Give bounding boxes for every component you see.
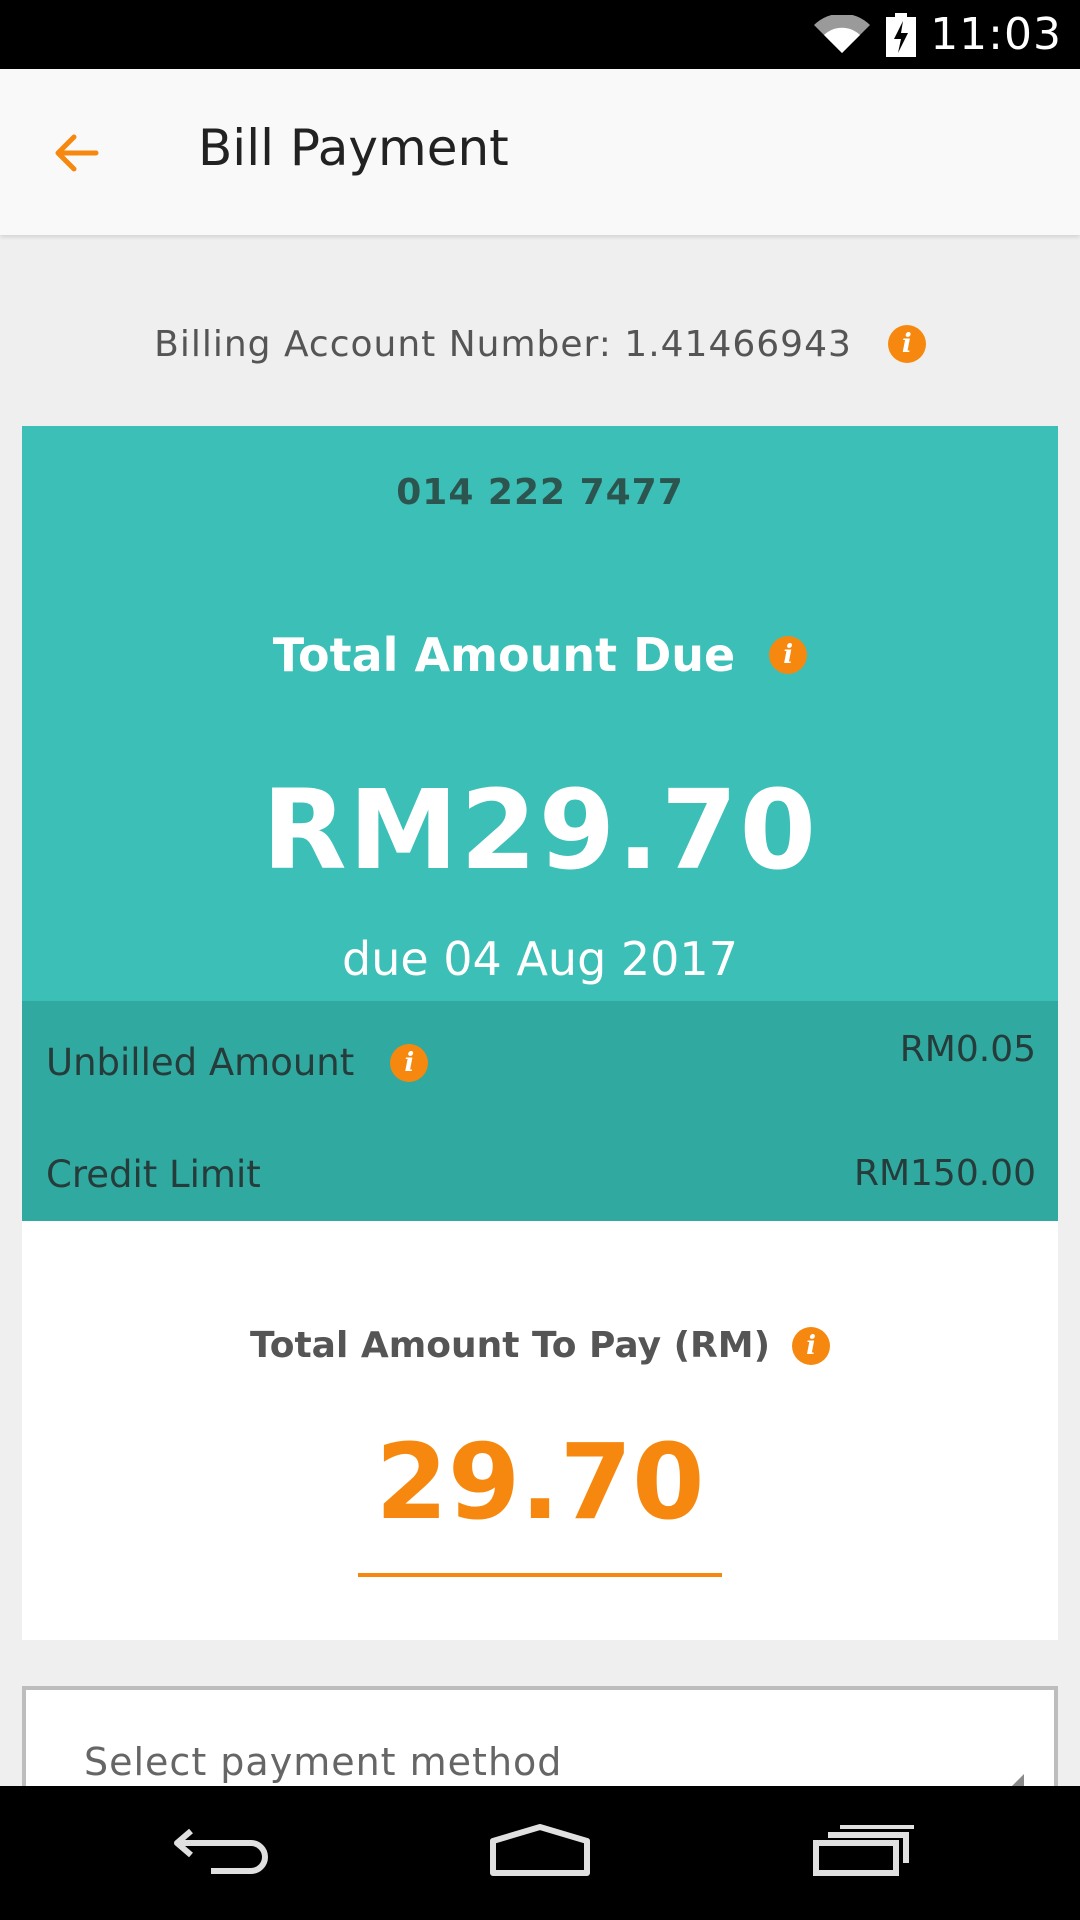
home-nav-icon: [490, 1824, 590, 1876]
info-icon[interactable]: i: [792, 1326, 831, 1365]
unbilled-amount-row: Unbilled Amount i: [46, 1041, 429, 1084]
back-button[interactable]: [40, 117, 112, 189]
unbilled-amount-value: RM0.05: [899, 1029, 1036, 1070]
recents-nav-icon: [813, 1825, 914, 1876]
info-icon[interactable]: i: [769, 636, 808, 674]
page-title: Bill Payment: [198, 119, 509, 177]
input-underline: [358, 1573, 722, 1577]
status-clock: 11:03: [930, 9, 1062, 60]
billing-account-number: Billing Account Number: 1.41466943: [154, 323, 852, 365]
info-icon[interactable]: i: [390, 1043, 429, 1082]
status-bar: 11:03: [0, 0, 1080, 69]
wifi-icon: [814, 14, 871, 53]
unbilled-amount-label: Unbilled Amount: [46, 1041, 355, 1084]
amount-to-pay-row: Total Amount To Pay (RM) i: [22, 1325, 1058, 1366]
amount-to-pay-label: Total Amount To Pay (RM): [249, 1325, 771, 1366]
amount-to-pay-input[interactable]: 29.70: [358, 1430, 722, 1534]
amount-due-card: 014 222 7477 Total Amount Due i RM29.70 …: [22, 426, 1058, 1001]
total-amount-due-value: RM29.70: [261, 766, 819, 894]
total-amount-due-row: Total Amount Due i: [22, 628, 1058, 682]
credit-limit-label: Credit Limit: [46, 1153, 261, 1196]
credit-limit-value: RM150.00: [853, 1153, 1036, 1194]
nav-home-button[interactable]: [475, 1806, 605, 1896]
back-nav-icon: [174, 1828, 268, 1874]
nav-recents-button[interactable]: [798, 1806, 928, 1896]
arrow-left-icon: [55, 134, 99, 172]
system-nav-bar: [0, 1786, 1080, 1920]
nav-back-button[interactable]: [156, 1806, 286, 1896]
battery-charging-icon: [886, 12, 917, 57]
total-amount-due-label: Total Amount Due: [272, 628, 736, 682]
payment-method-placeholder: Select payment method: [84, 1740, 563, 1784]
payment-card: Total Amount To Pay (RM) i 29.70: [22, 1221, 1058, 1640]
due-date: due 04 Aug 2017: [342, 932, 738, 986]
account-summary: Unbilled Amount i RM0.05 Credit Limit RM…: [22, 1001, 1058, 1221]
info-icon[interactable]: i: [887, 325, 926, 363]
phone-number: 014 222 7477: [396, 472, 684, 513]
app-bar: Bill Payment: [0, 69, 1080, 235]
billing-account-row: Billing Account Number: 1.41466943 i: [0, 316, 1080, 372]
